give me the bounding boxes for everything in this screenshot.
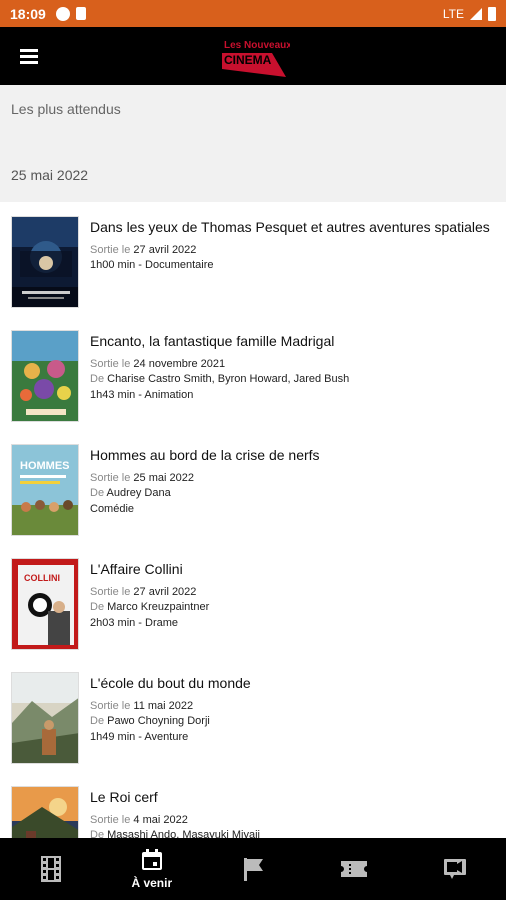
movie-director: De Masashi Ando, Masayuki Miyaji <box>90 829 260 838</box>
nav-item-films[interactable] <box>0 838 101 900</box>
status-time: 18:09 <box>10 5 46 22</box>
movie-item[interactable]: COLLINI L'Affaire Collini Sortie le 27 a… <box>0 544 506 658</box>
movie-title: Encanto, la fantastique famille Madrigal <box>90 333 335 349</box>
movie-item[interactable]: HOMMES Hommes au bord de la crise de ner… <box>0 430 506 544</box>
movie-item[interactable]: Encanto, la fantastique famille Madrigal… <box>0 316 506 430</box>
movie-director-name: Charise Castro Smith, Byron Howard, Jare… <box>107 373 350 385</box>
movie-release-date: 27 avril 2022 <box>133 586 197 598</box>
video-icon <box>444 859 467 879</box>
movie-poster: COLLINI <box>11 558 79 650</box>
nav-item-upcoming[interactable]: À venir <box>101 838 202 900</box>
poster-title: HOMMES <box>20 460 70 472</box>
ticket-icon <box>341 861 368 877</box>
movie-title: Dans les yeux de Thomas Pesquet et autre… <box>90 219 490 235</box>
movie-release: Sortie le 27 avril 2022 <box>90 244 197 256</box>
movie-release: Sortie le 24 novembre 2021 <box>90 358 226 370</box>
movie-item[interactable]: Le Roi cerf Sortie le 4 mai 2022 De Masa… <box>0 772 506 838</box>
movie-director-name: Pawo Choyning Dorji <box>107 715 210 727</box>
movie-poster <box>11 216 79 308</box>
menu-icon-bar <box>20 61 38 64</box>
movie-title: L'école du bout du monde <box>90 675 251 691</box>
movie-director: De Pawo Choyning Dorji <box>90 715 210 727</box>
movie-info: Comédie <box>90 503 135 515</box>
bottom-navigation: À venir <box>0 838 506 900</box>
nav-item-events[interactable] <box>202 838 303 900</box>
movie-info: 1h49 min - Aventure <box>90 731 189 743</box>
movie-title: L'Affaire Collini <box>90 561 183 577</box>
movie-title: Hommes au bord de la crise de nerfs <box>90 447 320 463</box>
status-notification-icons <box>55 6 86 21</box>
movie-director-name: Marco Kreuzpaintner <box>107 601 210 613</box>
movie-title: Le Roi cerf <box>90 789 158 805</box>
poster-title: COLLINI <box>24 573 60 583</box>
movie-release: Sortie le 27 avril 2022 <box>90 586 197 598</box>
cinema-logo[interactable]: Les Nouveaux CINEMA <box>220 33 290 79</box>
movie-director: De Marco Kreuzpaintner <box>90 601 210 613</box>
calendar-icon <box>141 849 162 870</box>
movie-release-date: 25 mai 2022 <box>133 472 194 484</box>
nav-label-upcoming: À venir <box>131 876 173 890</box>
app-bar: Les Nouveaux CINEMA <box>0 27 506 85</box>
movie-poster: HOMMES <box>11 444 79 536</box>
movie-director: De Charise Castro Smith, Byron Howard, J… <box>90 373 350 385</box>
status-bar: 18:09 LTE <box>0 0 506 27</box>
nav-item-tickets[interactable] <box>304 838 405 900</box>
movie-poster <box>11 672 79 764</box>
menu-icon <box>20 49 38 52</box>
section-title: Les plus attendus <box>11 101 121 117</box>
movie-release-date: 4 mai 2022 <box>133 814 188 826</box>
movie-release-date: 11 mai 2022 <box>133 700 194 712</box>
movie-release-date: 27 avril 2022 <box>133 244 197 256</box>
section-date: 25 mai 2022 <box>11 167 89 183</box>
menu-icon-bar <box>20 55 38 58</box>
movie-release: Sortie le 25 mai 2022 <box>90 472 194 484</box>
movie-release: Sortie le 11 mai 2022 <box>90 700 194 712</box>
movie-poster <box>11 786 79 838</box>
movie-director-name: Masashi Ando, Masayuki Miyaji <box>107 829 260 838</box>
movie-info: 2h03 min - Drame <box>90 617 179 629</box>
movie-item[interactable]: L'école du bout du monde Sortie le 11 ma… <box>0 658 506 772</box>
network-type: LTE <box>442 6 464 21</box>
menu-button[interactable] <box>18 46 42 66</box>
logo-line1: Les Nouveaux <box>224 40 290 51</box>
status-system-icons: LTE <box>442 6 496 21</box>
sim-card-icon <box>75 7 86 20</box>
movie-poster <box>11 330 79 422</box>
logo-line2: CINEMA <box>224 53 272 67</box>
section-header: Les plus attendus 25 mai 2022 <box>0 85 506 202</box>
movie-director-name: Audrey Dana <box>106 487 171 499</box>
movie-info: 1h43 min - Animation <box>90 389 194 401</box>
movie-item[interactable]: Dans les yeux de Thomas Pesquet et autre… <box>0 202 506 316</box>
film-icon <box>40 856 61 882</box>
movie-release-date: 24 novembre 2021 <box>133 358 226 370</box>
flag-icon <box>244 858 263 881</box>
nav-item-videos[interactable] <box>405 838 506 900</box>
movie-info: 1h00 min - Documentaire <box>90 259 214 271</box>
battery-icon <box>488 6 496 21</box>
notification-icon <box>55 6 70 21</box>
movie-director: De Audrey Dana <box>90 487 171 499</box>
signal-icon <box>470 7 482 20</box>
movie-release: Sortie le 4 mai 2022 <box>90 814 188 826</box>
movie-list[interactable]: Dans les yeux de Thomas Pesquet et autre… <box>0 202 506 838</box>
